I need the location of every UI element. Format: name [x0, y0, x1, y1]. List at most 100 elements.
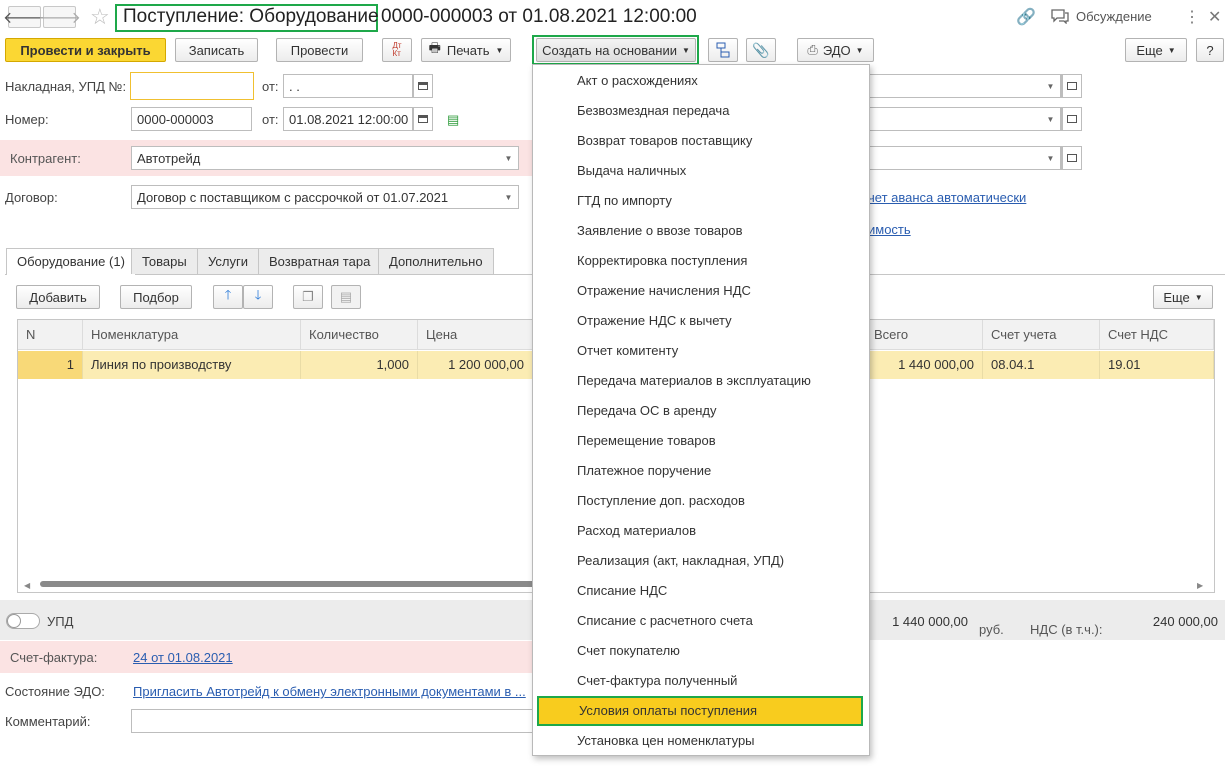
column-header-n[interactable]: N — [18, 320, 83, 350]
help-button[interactable]: ? — [1196, 38, 1224, 62]
back-button[interactable]: 🡐 — [3, 6, 46, 28]
cell-price[interactable]: 1 200 000,00 — [418, 351, 533, 379]
invoice-date-input[interactable]: . . — [283, 74, 413, 98]
cell-account[interactable]: 08.04.1 — [983, 351, 1100, 379]
column-header-vat-account[interactable]: Счет НДС — [1100, 320, 1214, 350]
menu-item[interactable]: Безвозмездная передача — [533, 96, 869, 126]
menu-item[interactable]: Реализация (акт, накладная, УПД) — [533, 546, 869, 576]
table-more-button[interactable]: Еще ▼ — [1153, 285, 1213, 309]
cost-link[interactable]: имость — [868, 222, 911, 237]
dropdown-arrow-icon[interactable]: ▼ — [499, 146, 519, 170]
edo-invite-link[interactable]: Пригласить Автотрейд к обмену электронны… — [133, 684, 526, 699]
menu-item[interactable]: Расход материалов — [533, 516, 869, 546]
column-header-account[interactable]: Счет учета — [983, 320, 1100, 350]
dropdown-arrow-icon[interactable]: ▼ — [1041, 74, 1061, 98]
close-icon[interactable]: ✕ — [1208, 7, 1221, 27]
column-header-total[interactable]: Всего — [866, 320, 983, 350]
edo-button[interactable]: ⎙ ЭДО ▼ — [797, 38, 874, 62]
dt-kt-button[interactable]: Дт Кт — [382, 38, 412, 62]
cell-vat-account[interactable]: 19.01 — [1100, 351, 1214, 379]
menu-item[interactable]: Передача материалов в эксплуатацию — [533, 366, 869, 396]
menu-item[interactable]: Отчет комитенту — [533, 336, 869, 366]
print-button[interactable]: 🖶 Печать ▼ — [421, 38, 511, 62]
move-up-button[interactable]: 🡑 — [213, 285, 243, 309]
open-button[interactable] — [1062, 107, 1082, 131]
menu-item[interactable]: Возврат товаров поставщику — [533, 126, 869, 156]
dropdown-arrow-icon[interactable]: ▼ — [1041, 107, 1061, 131]
invoice-number-input[interactable] — [130, 72, 254, 100]
open-button[interactable] — [1062, 74, 1082, 98]
menu-item[interactable]: Выдача наличных — [533, 156, 869, 186]
menu-item[interactable]: Платежное поручение — [533, 456, 869, 486]
link-icon[interactable]: 🔗 — [1016, 7, 1036, 27]
document-date-input[interactable]: 01.08.2021 12:00:00 — [283, 107, 413, 131]
open-button[interactable] — [1062, 146, 1082, 170]
more-button[interactable]: Еще ▼ — [1125, 38, 1187, 62]
organization-input[interactable] — [868, 74, 1062, 98]
calendar-button-1[interactable] — [413, 74, 433, 98]
post-button[interactable]: Провести — [276, 38, 363, 62]
invoice-label: Счет-фактура: — [10, 650, 98, 665]
warehouse-input[interactable] — [868, 107, 1062, 131]
menu-item[interactable]: Перемещение товаров — [533, 426, 869, 456]
copy-button[interactable]: ❐ — [293, 285, 323, 309]
cell-quantity[interactable]: 1,000 — [301, 351, 418, 379]
menu-item[interactable]: Установка цен номенклатуры — [533, 726, 869, 756]
cell-n[interactable]: 1 — [18, 351, 83, 379]
number-input[interactable]: 0000-000003 — [131, 107, 252, 131]
comment-input[interactable] — [131, 709, 533, 733]
scroll-left-icon[interactable]: ◀ — [24, 581, 30, 590]
structure-button[interactable] — [708, 38, 738, 62]
menu-item[interactable]: Счет-фактура полученный — [533, 666, 869, 696]
menu-item[interactable]: Заявление о ввозе товаров — [533, 216, 869, 246]
discussion-label[interactable]: Обсуждение — [1076, 9, 1152, 24]
menu-item[interactable]: Списание НДС — [533, 576, 869, 606]
menu-item[interactable]: ГТД по импорту — [533, 186, 869, 216]
more-vertical-icon[interactable]: ⋮ — [1184, 7, 1200, 27]
post-and-close-button[interactable]: Провести и закрыть — [5, 38, 166, 62]
scroll-right-icon[interactable]: ▶ — [1197, 581, 1203, 590]
tab-returnable-packaging[interactable]: Возвратная тара — [258, 248, 382, 274]
move-down-button[interactable]: 🡓 — [243, 285, 273, 309]
cell-item[interactable]: Линия по производству — [83, 351, 301, 379]
upd-toggle[interactable] — [6, 613, 40, 629]
menu-item[interactable]: Списание с расчетного счета — [533, 606, 869, 636]
menu-item[interactable]: Отражение начисления НДС — [533, 276, 869, 306]
printer-icon: 🖶 — [428, 40, 441, 55]
invoice-link[interactable]: 24 от 01.08.2021 — [133, 650, 233, 665]
column-header-item[interactable]: Номенклатура — [83, 320, 301, 350]
select-button[interactable]: Подбор — [120, 285, 192, 309]
contract-input[interactable]: Договор с поставщиком с рассрочкой от 01… — [131, 185, 501, 209]
discussion-button[interactable] — [1050, 8, 1070, 27]
horizontal-scrollbar[interactable] — [40, 581, 540, 587]
menu-item[interactable]: Поступление доп. расходов — [533, 486, 869, 516]
tab-services[interactable]: Услуги — [197, 248, 259, 274]
create-based-on-button[interactable]: Создать на основании ▼ — [536, 38, 696, 62]
column-header-price[interactable]: Цена — [418, 320, 533, 350]
menu-item[interactable]: Условия оплаты поступления — [537, 696, 863, 726]
menu-item[interactable]: Отражение НДС к вычету — [533, 306, 869, 336]
tab-goods[interactable]: Товары — [131, 248, 198, 274]
column-header-quantity[interactable]: Количество — [301, 320, 418, 350]
tab-equipment[interactable]: Оборудование (1) — [6, 248, 136, 275]
dropdown-arrow-icon[interactable]: ▼ — [499, 185, 519, 209]
attach-button[interactable]: 📎 — [746, 38, 776, 62]
cell-total[interactable]: 1 440 000,00 — [866, 351, 983, 379]
dropdown-arrow-icon[interactable]: ▼ — [1041, 146, 1061, 170]
forward-button[interactable]: 🡒 — [38, 6, 81, 28]
menu-item[interactable]: Корректировка поступления — [533, 246, 869, 276]
menu-item[interactable]: Счет покупателю — [533, 636, 869, 666]
save-button[interactable]: Записать — [175, 38, 258, 62]
date2-from-label: от: — [262, 112, 279, 127]
calendar-button-2[interactable] — [413, 107, 433, 131]
menu-item[interactable]: Акт о расхождениях — [533, 66, 869, 96]
advance-link[interactable]: чет аванса автоматически — [868, 190, 1026, 205]
add-button[interactable]: Добавить — [16, 285, 100, 309]
tab-additional[interactable]: Дополнительно — [378, 248, 494, 274]
counterparty-input[interactable]: Автотрейд — [131, 146, 501, 170]
right-field-3-input[interactable] — [868, 146, 1062, 170]
favorite-star-icon[interactable]: ☆ — [90, 4, 110, 30]
history-icon[interactable]: ▤ — [447, 112, 459, 128]
paste-button[interactable]: ▤ — [331, 285, 361, 309]
menu-item[interactable]: Передача ОС в аренду — [533, 396, 869, 426]
